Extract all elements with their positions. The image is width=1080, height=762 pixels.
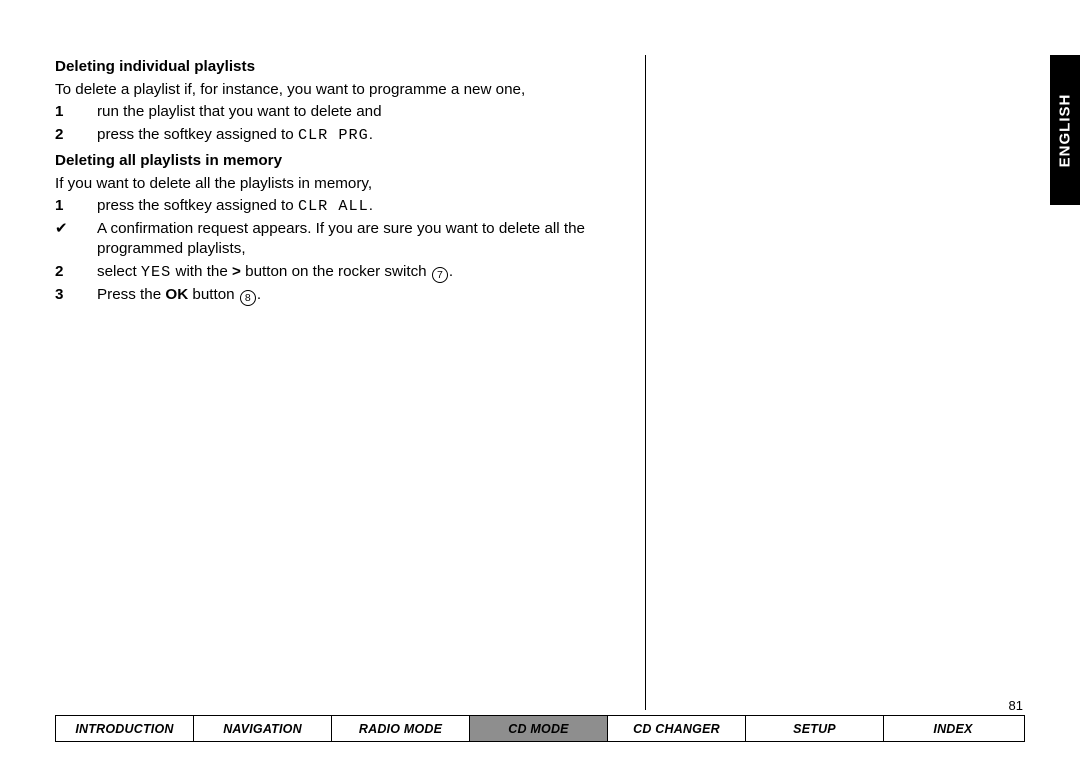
content-frame: Deleting individual playlists To delete … [55,55,1025,710]
language-label: ENGLISH [1057,93,1074,167]
s1-step1: 1 run the playlist that you want to dele… [55,102,615,123]
tab-introduction[interactable]: INTRODUCTION [56,716,194,741]
text-fragment: Press the [97,286,165,303]
step-marker: 2 [55,125,97,146]
text-fragment: button on the rocker switch [241,263,431,280]
tab-radio-mode[interactable]: RADIO MODE [332,716,470,741]
step-text: Press the OK button 8. [97,285,615,306]
tab-cd-mode[interactable]: CD MODE [470,716,608,741]
text-fragment: button [188,286,239,303]
s2-step2: 2 select YES with the > button on the ro… [55,262,615,283]
ok-bold: OK [165,286,188,303]
tab-navigation[interactable]: NAVIGATION [194,716,332,741]
section-tabs: INTRODUCTION NAVIGATION RADIO MODE CD MO… [55,715,1025,742]
text-fragment: with the [171,263,232,280]
left-column: Deleting individual playlists To delete … [55,55,645,710]
code-yes: YES [141,263,171,281]
bottom-bar: 81 INTRODUCTION NAVIGATION RADIO MODE CD… [55,698,1025,742]
text-fragment: press the softkey assigned to [97,197,298,214]
s2-step1: 1 press the softkey assigned to CLR ALL. [55,196,615,217]
s2-step3: 3 Press the OK button 8. [55,285,615,306]
language-tab: ENGLISH [1050,55,1080,205]
heading-deleting-all: Deleting all playlists in memory [55,151,615,172]
page-number: 81 [55,698,1025,715]
step-text: run the playlist that you want to delete… [97,102,615,123]
text-fragment: . [449,263,453,280]
s2-check: ✔ A confirmation request appears. If you… [55,219,615,260]
code-clr-all: CLR ALL [298,197,369,215]
code-clr-prg: CLR PRG [298,126,369,144]
right-column [646,55,1025,710]
gt-icon: > [232,263,241,280]
intro-2: If you want to delete all the playlists … [55,174,615,195]
step-marker: 1 [55,196,97,217]
step-marker: 1 [55,102,97,123]
circled-8-icon: 8 [240,290,256,306]
circled-7-icon: 7 [432,267,448,283]
columns: Deleting individual playlists To delete … [55,55,1025,710]
step-text: press the softkey assigned to CLR PRG. [97,125,615,146]
manual-page: Deleting individual playlists To delete … [0,0,1080,762]
step-marker: 3 [55,285,97,306]
text-fragment: select [97,263,141,280]
tab-index[interactable]: INDEX [884,716,1022,741]
text-fragment: . [369,126,373,143]
tab-setup[interactable]: SETUP [746,716,884,741]
step-marker: 2 [55,262,97,283]
step-text: select YES with the > button on the rock… [97,262,615,283]
text-fragment: . [257,286,261,303]
heading-deleting-individual: Deleting individual playlists [55,57,615,78]
step-text: A confirmation request appears. If you a… [97,219,615,260]
intro-1: To delete a playlist if, for instance, y… [55,80,615,101]
text-fragment: press the softkey assigned to [97,126,298,143]
step-text: press the softkey assigned to CLR ALL. [97,196,615,217]
check-marker: ✔ [55,219,97,240]
text-fragment: . [369,197,373,214]
tab-cd-changer[interactable]: CD CHANGER [608,716,746,741]
s1-step2: 2 press the softkey assigned to CLR PRG. [55,125,615,146]
